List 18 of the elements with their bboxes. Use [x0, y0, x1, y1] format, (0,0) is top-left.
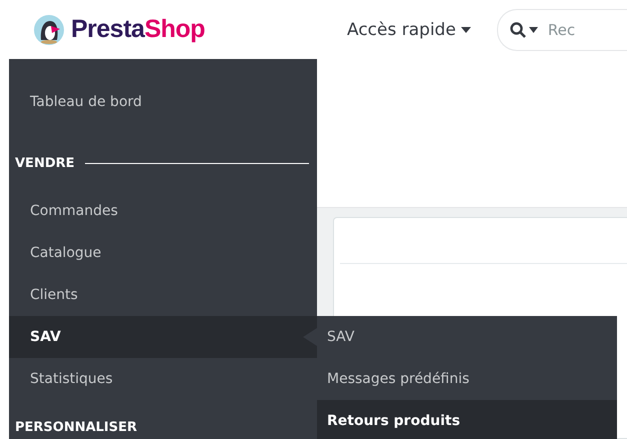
submenu-item[interactable]: Retours produits: [317, 400, 617, 439]
sidebar-item[interactable]: Tableau de bord: [9, 81, 317, 123]
sidebar-item[interactable]: Statistiques: [9, 358, 317, 400]
sidebar-item[interactable]: Catalogue: [9, 232, 317, 274]
search-icon: [510, 22, 526, 38]
logo-text: PrestaShop: [71, 15, 205, 44]
submenu-item[interactable]: Messages prédéfinis: [317, 358, 617, 400]
section-heading: VENDRE: [15, 156, 75, 170]
submenu-item[interactable]: SAV: [317, 316, 617, 358]
caret-icon: [460, 26, 471, 32]
section-heading: PERSONNALISER: [15, 420, 138, 435]
quick-access-menu[interactable]: Accès rapide: [347, 20, 471, 40]
caret-icon: [528, 26, 538, 32]
search-type-button[interactable]: [510, 22, 538, 38]
sidebar-item[interactable]: Clients: [9, 274, 317, 316]
sidebar-item[interactable]: Commandes: [9, 190, 317, 232]
logo-icon: [33, 14, 65, 46]
sidebar-item[interactable]: SAV: [9, 316, 317, 358]
